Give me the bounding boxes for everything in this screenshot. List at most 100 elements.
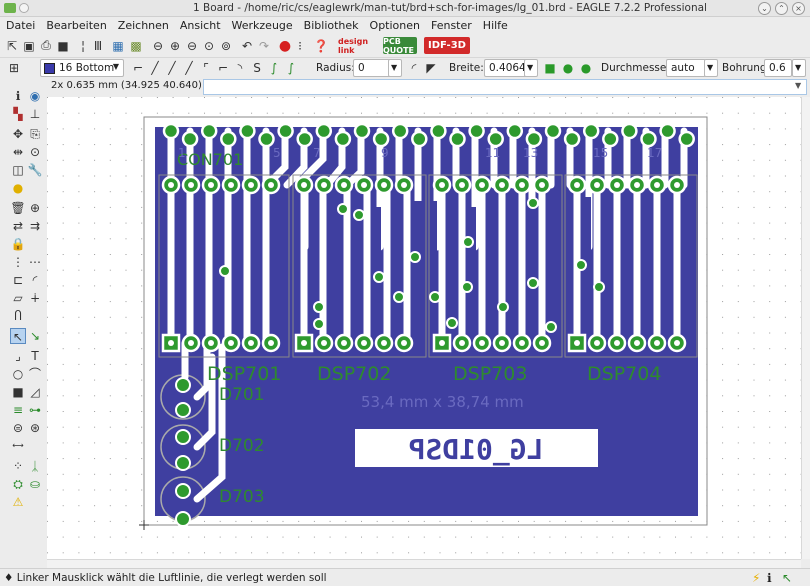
- bend-style-1-icon[interactable]: ╱: [147, 59, 163, 76]
- idf-3d-button[interactable]: IDF-3D: [424, 37, 470, 54]
- attribute-icon[interactable]: ⊛: [27, 420, 43, 436]
- rotate-icon[interactable]: ⊙: [27, 144, 43, 160]
- move-icon[interactable]: ✥: [10, 126, 26, 142]
- paste-icon[interactable]: ●: [10, 180, 26, 196]
- split-icon[interactable]: ⊏: [10, 272, 26, 288]
- zoom-select-icon[interactable]: ⊚: [218, 37, 234, 54]
- redo-icon[interactable]: ↷: [256, 37, 272, 54]
- print-icon[interactable]: ⎙: [38, 37, 54, 54]
- designlink-button[interactable]: design link: [338, 37, 376, 55]
- bend-style-9-icon[interactable]: ∫: [283, 59, 299, 76]
- board-icon[interactable]: ▩: [128, 37, 144, 54]
- bend-style-2-icon[interactable]: ╱: [164, 59, 180, 76]
- menu-ansicht[interactable]: Ansicht: [174, 17, 226, 32]
- signal-icon[interactable]: ⊶: [27, 402, 43, 418]
- diameter-input[interactable]: auto: [666, 59, 706, 77]
- maximize-icon[interactable]: ⌃: [775, 2, 788, 15]
- zoom-in-icon[interactable]: ⊕: [167, 37, 183, 54]
- smash-icon[interactable]: ⋯: [27, 254, 43, 270]
- command-history-dropdown-icon[interactable]: ▼: [795, 81, 801, 90]
- change-icon[interactable]: 🔧: [27, 162, 43, 178]
- lock-icon[interactable]: 🔒: [10, 236, 26, 252]
- window-menu-icon[interactable]: [19, 3, 29, 13]
- ratsnest-icon[interactable]: ⁘: [10, 458, 26, 474]
- pcb-drawing[interactable]: CON701 1 5 7 9 11 13 15 17 DSP701 DSP702…: [47, 97, 801, 559]
- lightning-icon[interactable]: ⚡: [752, 571, 760, 585]
- ripup-icon[interactable]: Ⴖ: [10, 308, 26, 324]
- close-icon[interactable]: ×: [792, 2, 805, 15]
- zoom-redraw-icon[interactable]: ⊙: [201, 37, 217, 54]
- hole-icon[interactable]: ⊜: [10, 420, 26, 436]
- polygon-icon[interactable]: ◿: [27, 384, 43, 400]
- bend-style-8-icon[interactable]: ∫: [266, 59, 282, 76]
- menu-zeichnen[interactable]: Zeichnen: [112, 17, 174, 32]
- save-icon[interactable]: ▣: [21, 37, 37, 54]
- via-round-icon[interactable]: ●: [561, 59, 575, 76]
- cam-icon[interactable]: ■: [55, 37, 71, 54]
- diameter-dropdown-icon[interactable]: ▼: [704, 59, 718, 77]
- via-square-icon[interactable]: ■: [543, 59, 557, 76]
- bend-style-6-icon[interactable]: ◝: [232, 59, 248, 76]
- route-icon[interactable]: ↖: [10, 328, 26, 344]
- menu-werkzeuge[interactable]: Werkzeuge: [226, 17, 298, 32]
- command-input[interactable]: [203, 79, 807, 95]
- mirror-icon[interactable]: ⇹: [10, 144, 26, 160]
- display-icon[interactable]: ▚: [10, 106, 26, 122]
- layer-select[interactable]: 16 Bottom ▼: [40, 59, 124, 77]
- menu-datei[interactable]: Datei: [0, 17, 40, 32]
- zoom-fit-icon[interactable]: ⊖: [150, 37, 166, 54]
- drc-icon[interactable]: ⛀: [27, 476, 43, 492]
- menu-fenster[interactable]: Fenster: [425, 17, 477, 32]
- go-icon[interactable]: ⁝: [294, 37, 306, 54]
- miter-round-icon[interactable]: ◜: [406, 59, 422, 76]
- errors-icon[interactable]: ⚠: [10, 494, 26, 510]
- info-status-icon[interactable]: ℹ: [767, 571, 772, 585]
- board-canvas[interactable]: CON701 1 5 7 9 11 13 15 17 DSP701 DSP702…: [47, 97, 801, 559]
- wire-icon[interactable]: ⌟: [10, 348, 26, 364]
- auto-icon[interactable]: ᛣ: [27, 458, 43, 474]
- rect-icon[interactable]: ■: [10, 384, 26, 400]
- radius-dropdown-icon[interactable]: ▼: [388, 59, 402, 77]
- replace-icon[interactable]: ⇄: [10, 218, 26, 234]
- mark-icon[interactable]: ⊥: [27, 106, 43, 122]
- menu-bearbeiten[interactable]: Bearbeiten: [40, 17, 111, 32]
- width-dropdown-icon[interactable]: ▼: [524, 59, 538, 77]
- vertical-scrollbar[interactable]: [801, 97, 810, 559]
- show-icon[interactable]: ◉: [27, 88, 43, 104]
- minimize-icon[interactable]: ⌄: [758, 2, 771, 15]
- menu-bibliothek[interactable]: Bibliothek: [298, 17, 364, 32]
- grid-icon[interactable]: ⊞: [4, 59, 24, 76]
- miter-straight-icon[interactable]: ◤: [423, 59, 439, 76]
- schematic-icon[interactable]: ▦: [110, 37, 126, 54]
- route-status-icon[interactable]: ↖: [782, 571, 792, 585]
- via-octagon-icon[interactable]: ●: [579, 59, 593, 76]
- bend-style-0-icon[interactable]: ⌐: [130, 59, 146, 76]
- via-icon[interactable]: ≡: [10, 402, 26, 418]
- script-icon[interactable]: ¦: [77, 37, 89, 54]
- ulp-icon[interactable]: Ⅲ: [90, 37, 106, 54]
- undo-icon[interactable]: ↶: [239, 37, 255, 54]
- text-icon[interactable]: T: [27, 348, 43, 364]
- delete-icon[interactable]: 🗑: [10, 200, 26, 216]
- miter-icon[interactable]: ◜: [27, 272, 43, 288]
- bend-style-4-icon[interactable]: ⌜: [198, 59, 214, 76]
- info-icon[interactable]: ℹ: [10, 88, 26, 104]
- drill-dropdown-icon[interactable]: ▼: [792, 59, 806, 77]
- optimize-icon[interactable]: ▱: [10, 290, 26, 306]
- dimension-icon[interactable]: ⟷: [10, 438, 26, 454]
- help-icon[interactable]: ❓: [313, 37, 329, 54]
- zoom-out-icon[interactable]: ⊖: [184, 37, 200, 54]
- meander-icon[interactable]: ∔: [27, 290, 43, 306]
- arc-icon[interactable]: ⌒: [27, 366, 43, 382]
- copy-icon[interactable]: ⎘: [27, 126, 43, 142]
- autoroute-icon[interactable]: ↘: [27, 328, 43, 344]
- circle-icon[interactable]: ○: [10, 366, 26, 382]
- add-icon[interactable]: ⊕: [27, 200, 43, 216]
- erc-icon[interactable]: ⛭: [10, 476, 26, 492]
- group-icon[interactable]: ◫: [10, 162, 26, 178]
- value-icon[interactable]: ⋮: [10, 254, 26, 270]
- open-icon[interactable]: ⇱: [4, 37, 20, 54]
- menu-hilfe[interactable]: Hilfe: [477, 17, 513, 32]
- menu-optionen[interactable]: Optionen: [364, 17, 425, 32]
- pcbquote-button[interactable]: PCB QUOTE: [383, 37, 417, 55]
